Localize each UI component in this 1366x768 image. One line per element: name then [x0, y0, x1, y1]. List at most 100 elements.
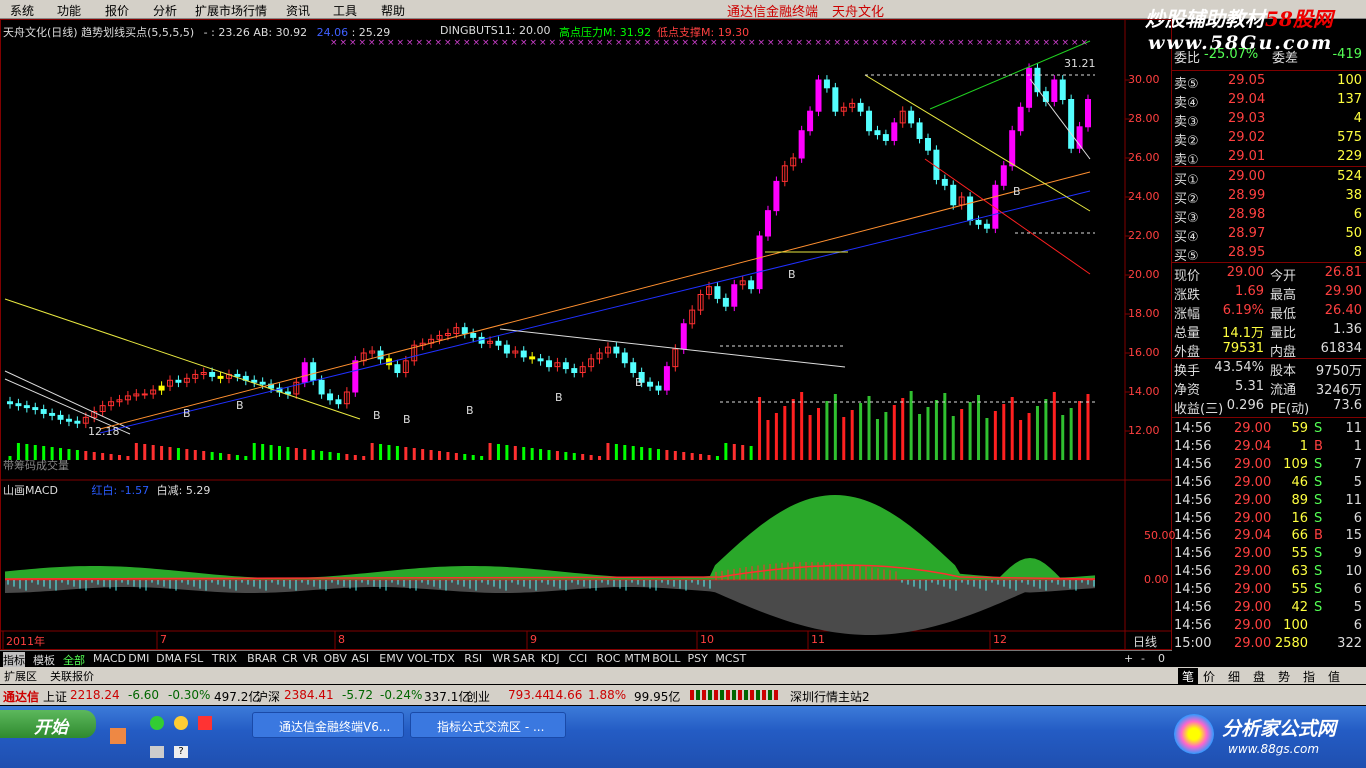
volume-bar	[446, 452, 450, 460]
right-tab[interactable]: 指	[1303, 668, 1315, 685]
zoom-control[interactable]: -	[1141, 652, 1145, 665]
indicator-tab[interactable]: BRAR	[247, 652, 277, 665]
indicator-tab[interactable]: TRIX	[212, 652, 237, 665]
volume-bar	[732, 444, 736, 460]
candle-body	[967, 196, 974, 221]
volume-bar	[766, 420, 770, 460]
menu-tools[interactable]: 工具	[333, 2, 357, 19]
volume-bar	[1002, 404, 1006, 460]
indicator-tab[interactable]: ASI	[351, 652, 369, 665]
indicator-tab[interactable]: VR	[303, 652, 318, 665]
taskbar-item-forum[interactable]: 指标公式交流区 - ...	[410, 712, 566, 738]
indicator-tab[interactable]: WR	[492, 652, 511, 665]
indicator-tab[interactable]: ROC	[597, 652, 621, 665]
menu-quote[interactable]: 报价	[105, 2, 129, 19]
ask-row: 卖② 29.02 575	[1174, 130, 1362, 149]
indicator-tab[interactable]: CR	[282, 652, 297, 665]
sz-pct: -0.24%	[380, 688, 423, 702]
high-pressure-value: 高点压力M: 31.92	[559, 26, 652, 39]
buy-mark: B	[466, 404, 474, 417]
indicator-tab[interactable]: MCST	[715, 652, 746, 665]
candle-body	[318, 379, 325, 395]
keyboard-icon[interactable]	[150, 746, 164, 758]
indicator-tab[interactable]: OBV	[324, 652, 347, 665]
menu-help[interactable]: 帮助	[381, 2, 405, 19]
indicator-tab[interactable]: SAR	[513, 652, 535, 665]
signal-mark: ×	[929, 38, 937, 48]
start-button[interactable]: 开始	[0, 710, 96, 738]
candle-body	[32, 407, 39, 411]
menu-function[interactable]: 功能	[57, 2, 81, 19]
indicator-tab[interactable]: FSL	[184, 652, 203, 665]
indicator-tab[interactable]: 指标	[3, 652, 25, 668]
signal-mark: ×	[463, 38, 471, 48]
right-tab[interactable]: 价	[1203, 668, 1215, 685]
signal-mark: ×	[482, 38, 490, 48]
ask-row: 卖④ 29.04 137	[1174, 92, 1362, 111]
right-tab[interactable]: 值	[1328, 668, 1340, 685]
signal-mark: ×	[1062, 38, 1070, 48]
indicator-tab[interactable]: MACD	[93, 652, 126, 665]
quicklaunch-app-icon[interactable]	[198, 716, 212, 730]
status-brand: 通达信	[3, 690, 40, 704]
indicator-tab[interactable]: CCI	[569, 652, 588, 665]
watermark-top: 炒股辅助教材58股网	[1145, 7, 1333, 31]
indicator-tab[interactable]: PSY	[688, 652, 708, 665]
tab-related-quote[interactable]: 关联报价	[50, 668, 94, 684]
quicklaunch-browser-icon[interactable]	[174, 716, 188, 730]
buy-mark: B	[555, 391, 563, 404]
volume-bar	[682, 452, 686, 460]
indicator-tab[interactable]: KDJ	[541, 652, 560, 665]
quicklaunch-ie-icon[interactable]	[150, 716, 164, 730]
server-name[interactable]: 深圳行情主站2	[790, 688, 870, 705]
candle-body	[1085, 99, 1091, 128]
price-tick: 22.00	[1128, 229, 1160, 242]
indicator-tab[interactable]: RSI	[464, 652, 482, 665]
candle-body	[461, 327, 468, 334]
menu-analysis[interactable]: 分析	[153, 2, 177, 19]
signal-mark: ×	[758, 38, 766, 48]
right-tab[interactable]: 势	[1278, 668, 1290, 685]
zoom-control[interactable]: 0	[1158, 652, 1165, 665]
volume-bar	[1019, 420, 1023, 460]
status-bar: 通达信 上证 2218.24 -6.60 -0.30% 497.2亿 沪深 23…	[0, 685, 1366, 705]
indicator-tab[interactable]: 全部	[63, 652, 85, 668]
right-tab[interactable]: 细	[1228, 668, 1240, 685]
indicator-tab[interactable]: 模板	[33, 652, 55, 668]
volume-bar	[648, 448, 652, 460]
signal-mark: ×	[416, 38, 424, 48]
tab-extended-area[interactable]: 扩展区	[4, 668, 37, 684]
menu-extended-market[interactable]: 扩展市场行情	[195, 2, 267, 19]
indicator-tab[interactable]: DMA	[156, 652, 182, 665]
volume-bar	[598, 456, 602, 460]
indicator-tabs: 指标 模板 全部 MACD DMI DMA FSL TRIX BRAR CR VR OBV ASI EMV…	[0, 650, 1172, 668]
volume-bar	[951, 416, 955, 460]
menu-system[interactable]: 系统	[10, 2, 34, 19]
indicator-tab[interactable]: MTM	[624, 652, 650, 665]
stat-row: 涨跌 1.69 最高 29.90	[1174, 284, 1362, 303]
candle-body	[23, 405, 30, 409]
indicator-tab[interactable]: DMI	[128, 652, 149, 665]
indicator-tab[interactable]: BOLL	[652, 652, 680, 665]
volume-bar	[690, 453, 694, 460]
uptrend-line-orange	[99, 171, 1091, 430]
indicator-tab[interactable]: EMV	[379, 652, 403, 665]
quote-divider	[1172, 358, 1366, 359]
candle-body	[874, 130, 881, 136]
help-icon[interactable]: ?	[174, 746, 188, 758]
taskbar-item-tdx[interactable]: 通达信金融终端V6...	[252, 712, 404, 738]
zoom-control[interactable]: +	[1124, 652, 1133, 665]
kline-chart[interactable]: BBB BBBBBB× × × × × × × × × × × × × × × × × × × × × × × × × × × × × × ×…	[0, 19, 1172, 650]
volume-bar	[724, 443, 728, 460]
sh-amount: 497.2亿	[214, 690, 261, 704]
menu-news[interactable]: 资讯	[286, 2, 310, 19]
right-tab[interactable]: 盘	[1253, 668, 1265, 685]
buy-mark: B	[236, 399, 244, 412]
volume-bar	[640, 447, 644, 460]
right-tab[interactable]: 笔	[1178, 668, 1199, 685]
volume-bar	[901, 398, 905, 460]
indicator-tab[interactable]: VOL-TDX	[407, 652, 455, 665]
desktop-icon[interactable]	[110, 728, 126, 744]
period-label[interactable]: 日线	[1133, 633, 1157, 650]
candle-body	[798, 130, 805, 159]
